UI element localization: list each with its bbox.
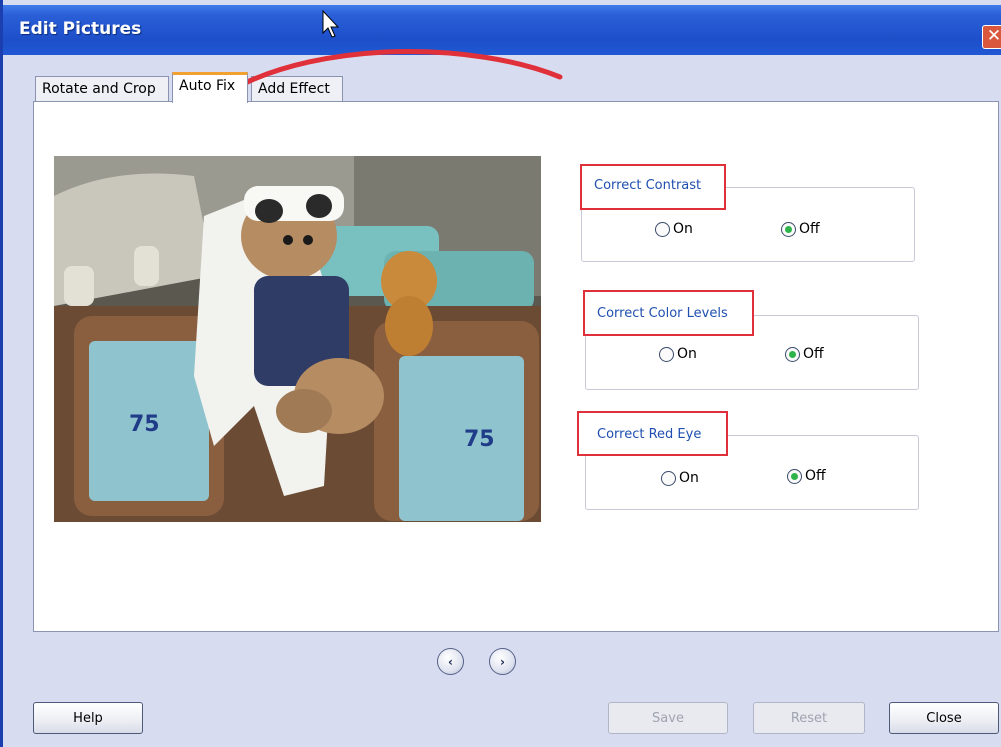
help-button[interactable]: Help <box>33 702 143 734</box>
chevron-right-icon: › <box>500 654 505 669</box>
radio-checked-icon <box>781 221 796 237</box>
edit-pictures-window: Edit Pictures ✕ Rotate and Crop Auto Fix… <box>0 0 1001 747</box>
red-eye-off-radio[interactable]: Off <box>787 468 826 484</box>
next-picture-button[interactable]: › <box>489 648 516 675</box>
radio-checked-icon <box>787 468 802 484</box>
teddy-bear-photo-icon: 75 75 <box>54 156 541 522</box>
radio-label: Off <box>803 346 824 362</box>
tab-add-effect[interactable]: Add Effect <box>251 76 343 102</box>
radio-label: On <box>679 470 699 486</box>
radio-label: Off <box>805 468 826 484</box>
correct-contrast-label: Correct Contrast <box>580 164 726 210</box>
svg-text:75: 75 <box>464 427 495 452</box>
correct-color-levels-label: Correct Color Levels <box>583 290 754 336</box>
radio-label: Off <box>799 221 820 237</box>
picture-preview: 75 75 <box>54 156 541 522</box>
svg-text:75: 75 <box>129 412 160 437</box>
radio-label: On <box>673 221 693 237</box>
radio-checked-icon <box>785 346 800 362</box>
previous-picture-button[interactable]: ‹ <box>437 648 464 675</box>
save-button[interactable]: Save <box>608 702 728 734</box>
reset-button[interactable]: Reset <box>753 702 865 734</box>
radio-unchecked-icon <box>655 221 670 237</box>
window-title: Edit Pictures <box>19 19 142 39</box>
tab-auto-fix[interactable]: Auto Fix <box>172 72 248 103</box>
radio-unchecked-icon <box>659 346 674 362</box>
close-button[interactable]: Close <box>889 702 999 734</box>
title-bar: Edit Pictures ✕ <box>3 5 1001 55</box>
tab-rotate-and-crop[interactable]: Rotate and Crop <box>35 76 169 102</box>
color-levels-off-radio[interactable]: Off <box>785 346 824 362</box>
contrast-off-radio[interactable]: Off <box>781 221 820 237</box>
contrast-on-radio[interactable]: On <box>655 221 693 237</box>
correct-red-eye-label: Correct Red Eye <box>577 411 728 456</box>
close-window-button[interactable]: ✕ <box>982 25 1001 49</box>
chevron-left-icon: ‹ <box>448 654 453 669</box>
color-levels-on-radio[interactable]: On <box>659 346 697 362</box>
radio-label: On <box>677 346 697 362</box>
close-icon: ✕ <box>986 26 1001 46</box>
radio-unchecked-icon <box>661 470 676 486</box>
red-eye-on-radio[interactable]: On <box>661 470 699 486</box>
